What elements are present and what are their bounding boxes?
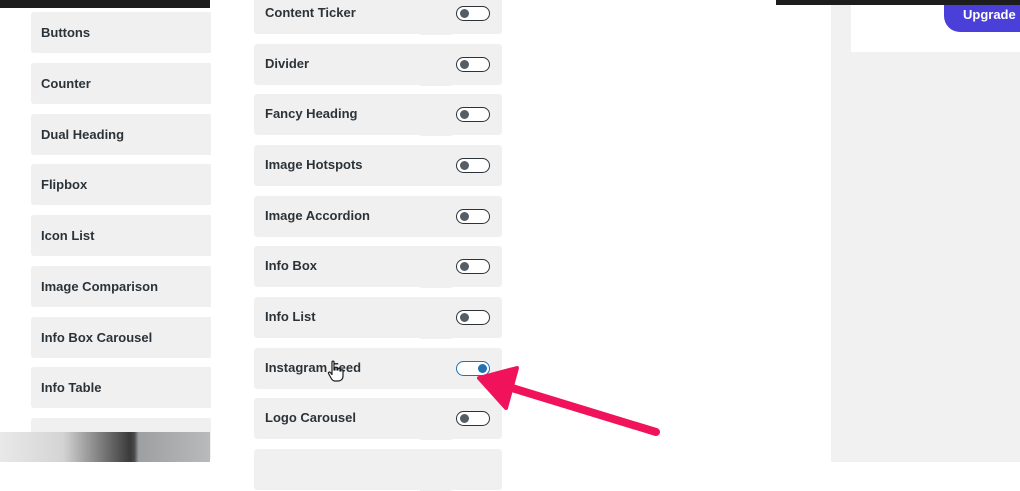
widget-toggle[interactable]: [456, 411, 490, 426]
hand-pointer-icon: [327, 360, 344, 382]
widget-toggle[interactable]: [456, 57, 490, 72]
widget-toggle-enabled[interactable]: [456, 361, 490, 376]
widget-label: Image Hotspots: [265, 157, 363, 172]
widget-row-info-list[interactable]: Info List: [254, 297, 502, 338]
admin-bar: [776, 0, 1020, 5]
widget-label: Info List: [265, 309, 316, 324]
widget-row-divider[interactable]: Divider: [254, 44, 502, 85]
toggle-knob: [460, 313, 469, 322]
toggle-knob: [460, 161, 469, 170]
sidebar-background: [831, 0, 1020, 462]
webcam-overlay: [0, 432, 210, 462]
toggle-knob: [460, 262, 469, 271]
widget-label: Logo Carousel: [265, 410, 357, 425]
hidden-column-toggles: [210, 0, 453, 491]
widget-label: Fancy Heading: [265, 106, 358, 121]
widget-item-image-comparison[interactable]: Image Comparison: [31, 266, 211, 307]
widget-item-dual-heading[interactable]: Dual Heading: [31, 114, 211, 155]
widget-row-instagram-feed[interactable]: Instagram Feed: [254, 348, 502, 389]
widget-row-image-accordion[interactable]: Image Accordion: [254, 196, 502, 237]
widget-list-left: Buttons Counter Dual Heading Flipbox Ico…: [0, 0, 211, 462]
widget-toggle[interactable]: [456, 310, 490, 325]
widget-toggle[interactable]: [456, 6, 490, 21]
widget-item-buttons[interactable]: Buttons: [31, 12, 211, 53]
toggle-knob: [460, 9, 469, 18]
toggle-knob: [460, 110, 469, 119]
toggle-knob: [460, 212, 469, 221]
widget-toggle[interactable]: [456, 158, 490, 173]
widget-label: Instagram Feed: [265, 360, 362, 375]
widget-item-counter[interactable]: Counter: [31, 63, 211, 104]
toggle-knob: [460, 60, 469, 69]
widget-toggle[interactable]: [456, 209, 490, 224]
widget-row-info-box[interactable]: Info Box: [254, 246, 502, 287]
widget-row-partial[interactable]: [254, 449, 502, 490]
widget-item-icon-list[interactable]: Icon List: [31, 215, 211, 256]
admin-bar: [0, 0, 210, 8]
widget-label: Info Box: [265, 258, 317, 273]
widget-row-fancy-heading[interactable]: Fancy Heading: [254, 94, 502, 135]
widget-item-info-table[interactable]: Info Table: [31, 367, 211, 408]
widget-row-content-ticker[interactable]: Content Ticker: [254, 0, 502, 34]
widget-row-logo-carousel[interactable]: Logo Carousel: [254, 398, 502, 439]
widget-item-info-box-carousel[interactable]: Info Box Carousel: [31, 317, 211, 358]
widget-label: Image Accordion: [265, 208, 370, 223]
toggle-knob: [478, 364, 487, 373]
widget-row-image-hotspots[interactable]: Image Hotspots: [254, 145, 502, 186]
widget-label: Divider: [265, 56, 310, 71]
widget-toggle[interactable]: [456, 107, 490, 122]
widget-item-flipbox[interactable]: Flipbox: [31, 164, 211, 205]
widget-label: Content Ticker: [265, 5, 356, 20]
toggle-knob: [460, 414, 469, 423]
widget-toggle[interactable]: [456, 259, 490, 274]
